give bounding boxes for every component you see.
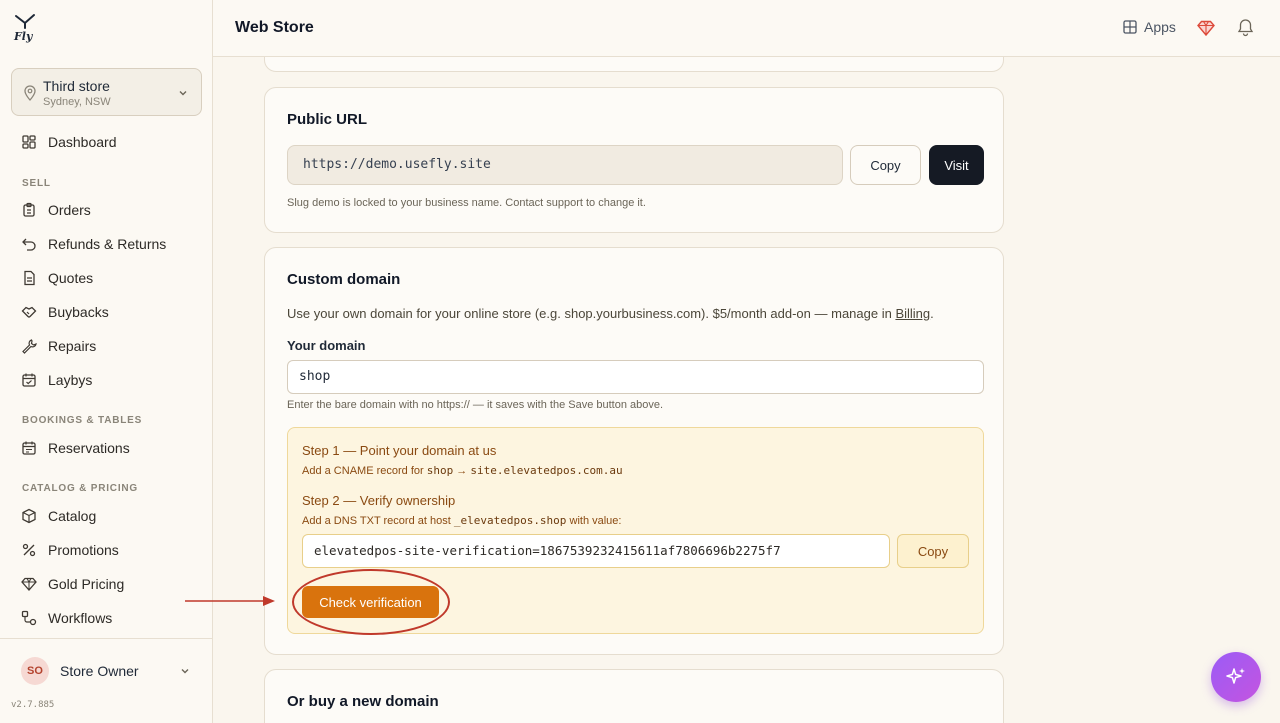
calendar-check-icon [21,372,37,388]
step2-instruction: Add a DNS TXT record at host _elevatedpo… [302,514,622,527]
store-name: Third store [43,78,110,94]
sidebar-item-label: Repairs [48,338,97,354]
copy-verification-button[interactable]: Copy [897,534,969,568]
sidebar-item-label: Reservations [48,440,130,456]
domain-input[interactable]: shop [287,360,984,394]
clipboard-icon [21,202,37,218]
sidebar-item-label: Buybacks [48,304,109,320]
document-icon [21,270,37,286]
sidebar-item-label: Workflows [48,610,113,626]
sidebar-item-repairs[interactable]: Repairs [11,331,202,361]
sidebar-item-label: Dashboard [48,134,117,150]
sidebar-item-label: Catalog [48,508,97,524]
user-menu[interactable]: SO Store Owner [0,638,213,703]
calendar-icon [21,440,37,456]
dashboard-icon [21,134,37,150]
fly-logo-icon[interactable]: Fly [13,13,37,43]
domain-hint: Enter the bare domain with no https:// —… [287,399,664,411]
workflow-icon [21,610,37,626]
section-label-catalog: CATALOG & PRICING [22,483,139,494]
ai-assistant-button[interactable] [1211,652,1261,702]
gem-icon[interactable] [1197,19,1215,37]
public-url-field[interactable]: https://demo.usefly.site [287,145,843,185]
sidebar-item-promotions[interactable]: Promotions [11,535,202,565]
billing-link[interactable]: Billing [895,306,930,321]
main-content: Public URL https://demo.usefly.site Copy… [213,57,1280,723]
top-header: Web Store Apps [213,0,1280,57]
sidebar-item-dashboard[interactable]: Dashboard [11,127,202,157]
sidebar: Fly Third store Sydney, NSW Dashboard SE… [0,0,213,723]
verification-value-field[interactable]: elevatedpos-site-verification=1867539232… [302,534,890,568]
your-domain-label: Your domain [287,338,366,353]
dns-instructions-box: Step 1 — Point your domain at us Add a C… [287,427,984,635]
check-verification-button[interactable]: Check verification [302,586,439,618]
custom-domain-card: Custom domain Use your own domain for yo… [264,247,1004,655]
previous-card [264,57,1004,72]
sidebar-item-label: Laybys [48,372,93,388]
step2-title: Step 2 — Verify ownership [302,493,456,508]
sidebar-item-workflows[interactable]: Workflows [11,603,202,633]
sparkle-icon [1226,668,1245,684]
sidebar-item-label: Gold Pricing [48,576,125,592]
buy-domain-card: Or buy a new domain [264,669,1004,723]
slug-hint: Slug demo is locked to your business nam… [287,197,646,209]
custom-domain-title: Custom domain [287,271,401,288]
visit-button[interactable]: Visit [929,145,984,185]
avatar: SO [21,657,49,685]
svg-text:Fly: Fly [13,30,34,43]
annotation-arrow-icon [185,596,275,606]
step1-instruction: Add a CNAME record for shop → site.eleva… [302,464,623,477]
step1-title: Step 1 — Point your domain at us [302,443,497,458]
sidebar-item-label: Orders [48,202,91,218]
apps-label: Apps [1144,19,1176,35]
sidebar-item-buybacks[interactable]: Buybacks [11,297,202,327]
section-label-bookings: BOOKINGS & TABLES [22,415,143,426]
sidebar-item-quotes[interactable]: Quotes [11,263,202,293]
sidebar-item-gold-pricing[interactable]: Gold Pricing [11,569,202,599]
sidebar-item-label: Refunds & Returns [48,236,167,252]
sidebar-item-label: Quotes [48,270,94,286]
sidebar-item-reservations[interactable]: Reservations [11,433,202,463]
public-url-title: Public URL [287,111,368,128]
copy-url-button[interactable]: Copy [850,145,921,185]
apps-button[interactable]: Apps [1123,19,1176,35]
percent-icon [21,542,37,558]
app-version: v2.7.885 [11,700,55,710]
sidebar-item-orders[interactable]: Orders [11,195,202,225]
sidebar-item-label: Promotions [48,542,119,558]
user-name: Store Owner [60,663,139,679]
section-label-sell: SELL [22,178,51,189]
package-icon [21,508,37,524]
chevron-down-icon [181,669,189,674]
chevron-down-icon [179,91,187,96]
custom-domain-description: Use your own domain for your online stor… [287,306,934,321]
undo-icon [21,236,37,252]
wrench-icon [21,338,37,354]
sidebar-item-refunds[interactable]: Refunds & Returns [11,229,202,259]
public-url-card: Public URL https://demo.usefly.site Copy… [264,87,1004,233]
diamond-icon [21,576,37,592]
buy-domain-title: Or buy a new domain [287,693,439,710]
location-pin-icon [24,85,36,101]
store-selector[interactable]: Third store Sydney, NSW [11,68,202,116]
page-title: Web Store [235,19,314,36]
handshake-icon [21,304,37,320]
sidebar-item-laybys[interactable]: Laybys [11,365,202,395]
sidebar-item-catalog[interactable]: Catalog [11,501,202,531]
store-location: Sydney, NSW [43,96,111,108]
grid-icon [1123,20,1137,34]
bell-icon[interactable] [1237,18,1254,37]
